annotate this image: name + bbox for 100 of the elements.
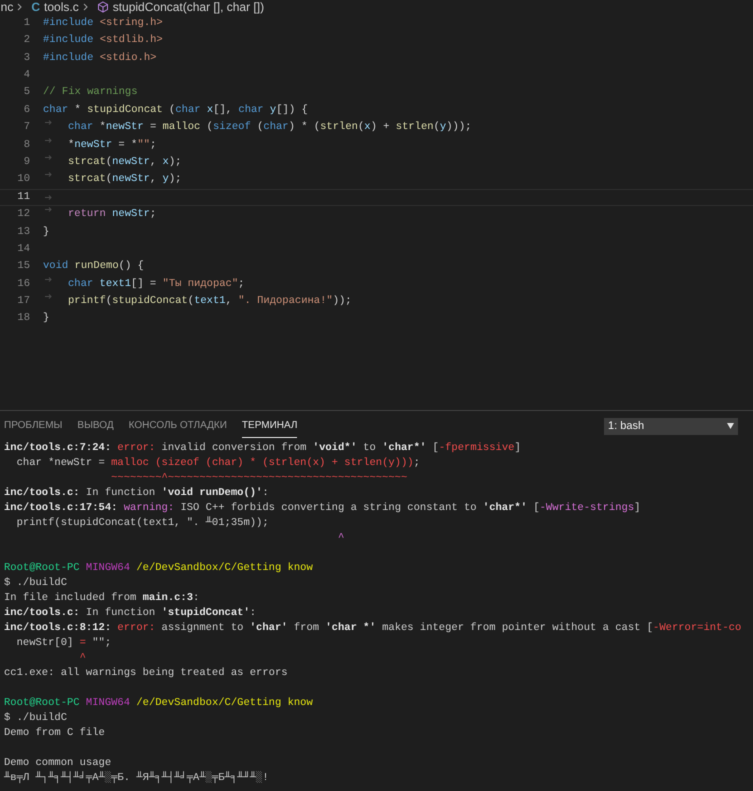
terminal-text: cc1.exe: all warnings being treated as errors (4, 666, 288, 681)
terminal-text: /e/DevSandbox/C/Getting know (135, 696, 313, 711)
terminal-text: : (193, 591, 200, 606)
terminal-text: warning: (124, 501, 176, 516)
panel-tab[interactable]: КОНСОЛЬ ОТЛАДКИ (128, 414, 227, 438)
line-number: 13 (16, 224, 30, 240)
code-token: ; (150, 207, 156, 222)
terminal-text: Root@Root-PC (4, 696, 80, 711)
terminal-text: 'stupidConcat' (162, 606, 250, 621)
code-token: newStr (112, 172, 150, 188)
code-token: * (68, 138, 74, 153)
code-token: ( (434, 120, 440, 136)
code-token: char (68, 120, 94, 136)
code-token: newStr (112, 154, 150, 170)
dropdown-caret-icon (727, 423, 734, 429)
code-token: )); (332, 294, 352, 310)
code-token: [], (213, 102, 234, 118)
code-token: #include (43, 50, 94, 66)
code-token: () { (118, 259, 144, 274)
code-token: ; (238, 276, 244, 292)
line-number: 15 (16, 259, 30, 274)
code-token: y (162, 172, 169, 188)
terminal-text: [ (532, 501, 540, 516)
terminal-text: In function (84, 606, 156, 621)
code-token: newStr (74, 138, 112, 153)
code-token: ); (168, 172, 182, 188)
tab-arrow-icon (45, 207, 52, 212)
terminal-text: -fpermissive (438, 441, 514, 456)
code-token: // Fix warnings (43, 85, 138, 100)
line-number: 4 (22, 68, 30, 83)
terminal-text: ╨в╤Л ╨┐╨╕╨┤╨╛╤А╨░╤Б. ╨Я╨╕╨┤╨╛╤А╨░╤Б╨╕╨╜╨░! (4, 771, 269, 786)
cube-icon (96, 1, 109, 13)
code-token: ( (256, 120, 264, 136)
code-token: char (68, 276, 94, 292)
terminal-text: error: (117, 441, 156, 456)
terminal-text: Demo common usage (4, 756, 112, 771)
line-number: 3 (22, 50, 30, 66)
code-token: x (162, 154, 169, 170)
terminal-text: -Werror=int-co (653, 621, 742, 636)
terminal-text: : (262, 486, 269, 501)
terminal-text: In function (84, 486, 156, 501)
code-token: ))); (446, 120, 472, 136)
breadcrumb-item[interactable]: stupidConcat(char [], char []) (112, 0, 264, 16)
terminal-text: malloc (sizeof (char) * (strlen(x) + strlen(y))) (111, 456, 414, 471)
code-token: = * (117, 138, 138, 153)
terminal-text: ; (414, 456, 420, 471)
tab-arrow-icon (45, 120, 52, 126)
terminal-text: MINGW64 (84, 696, 130, 711)
code-token: void (43, 259, 68, 274)
terminal-text: invalid conversion from (162, 441, 308, 456)
panel-tab[interactable]: ВЫВОД (77, 414, 114, 438)
code-token: char (175, 102, 201, 118)
tab-arrow-icon (45, 138, 52, 143)
code-token: []) { (276, 102, 308, 118)
line-number: 16 (16, 276, 30, 292)
code-token: sizeof (212, 120, 251, 136)
code-token: , (150, 172, 158, 188)
code-token: strcat (68, 172, 106, 188)
code-token: runDemo (74, 259, 119, 274)
chevron-icon (82, 3, 89, 11)
code-token: y (268, 102, 276, 118)
terminal-text: 'char *' (325, 621, 376, 636)
code-token: ); (168, 154, 182, 170)
terminal-text: inc/tools.c: (4, 486, 80, 501)
terminal-text: main.c:3 (142, 591, 194, 606)
code-token: ( (106, 294, 112, 310)
terminal-text: 'void runDemo()' (162, 486, 262, 501)
code-token: <stdio.h> (100, 50, 156, 66)
terminal-text: MINGW64 (84, 561, 130, 576)
terminal-text: ] (514, 441, 521, 456)
terminal-text: /e/DevSandbox/C/Getting know (135, 561, 313, 576)
breadcrumb-item[interactable]: tools.c (44, 0, 79, 16)
terminal-text: [ (432, 441, 439, 456)
line-number: 7 (22, 120, 30, 136)
terminal-text: ^ (336, 531, 344, 546)
terminal-text: ~~~~~~~~^~~~~~~~~~~~~~~~~~~~~~~~~~~~~~~~~~~~~~~ (110, 471, 408, 486)
panel-tab[interactable]: ПРОБЛЕМЫ (4, 414, 62, 438)
code-token: * (98, 120, 106, 136)
code-token: return (68, 207, 106, 222)
terminal-text: : (250, 606, 256, 621)
code-token: ( (168, 102, 176, 118)
breadcrumb-item[interactable]: inc (0, 0, 14, 16)
line-number: 17 (16, 294, 30, 310)
terminal-text: inc/tools.c:7:24: (4, 441, 112, 456)
code-token: , (226, 294, 233, 310)
terminal-text: ""; (91, 636, 112, 651)
line-number: 14 (16, 242, 30, 257)
tab-arrow-icon (45, 276, 52, 282)
code-token: x (364, 120, 371, 136)
code-token: y (440, 120, 446, 136)
tab-arrow-icon (45, 172, 52, 178)
terminal-text: $ ./buildC (4, 711, 68, 726)
code-token: printf (68, 294, 106, 310)
code-token: x (206, 102, 214, 118)
terminal-text: ] (634, 501, 640, 516)
panel-tab[interactable]: ТЕРМИНАЛ (242, 414, 298, 438)
code-token: strlen (396, 120, 434, 136)
line-number: 5 (22, 85, 30, 100)
terminal-select[interactable]: 1: bash (604, 418, 738, 434)
terminal-text: 'void*' (312, 441, 357, 456)
